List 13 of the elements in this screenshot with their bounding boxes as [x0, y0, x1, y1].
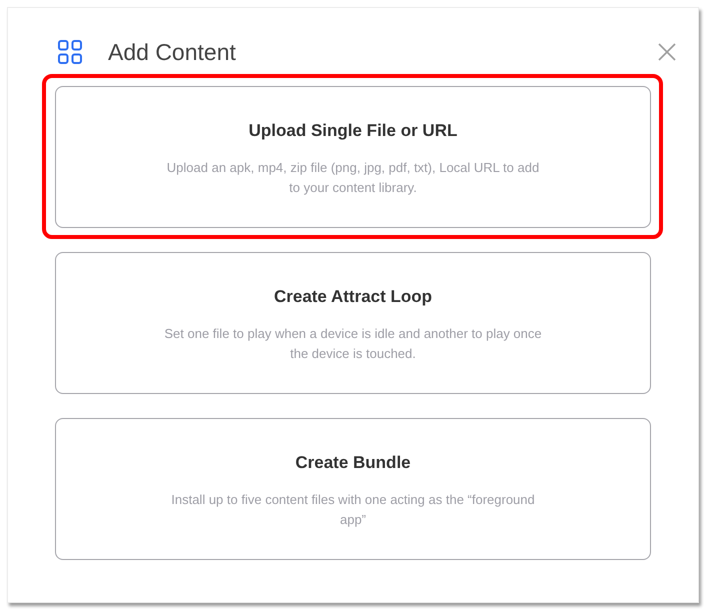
close-button[interactable] [658, 43, 676, 61]
grid-icon [58, 40, 82, 64]
option-title: Create Bundle [295, 453, 411, 473]
option-title: Upload Single File or URL [248, 121, 458, 141]
option-description: Upload an apk, mp4, zip file (png, jpg, pdf, txt), Local URL to add to your content library. [166, 159, 540, 197]
close-icon [658, 43, 676, 61]
option-title: Create Attract Loop [274, 287, 432, 307]
option-card[interactable]: Create Attract Loop Set one file to play when a device is idle and another to play once the device is touched. [55, 252, 651, 394]
option-card[interactable]: Create Bundle Install up to five content files with one acting as the “foreground app” [55, 418, 651, 560]
dialog-title: Add Content [108, 38, 237, 66]
option-card[interactable]: Upload Single File or URL Upload an apk, mp4, zip file (png, jpg, pdf, txt), Local URL to add to your content library. [55, 86, 651, 228]
option-description: Set one file to play when a device is idle and another to play once the device is touched. [163, 325, 543, 363]
option-description: Install up to five content files with one acting as the “foreground app” [170, 491, 536, 529]
